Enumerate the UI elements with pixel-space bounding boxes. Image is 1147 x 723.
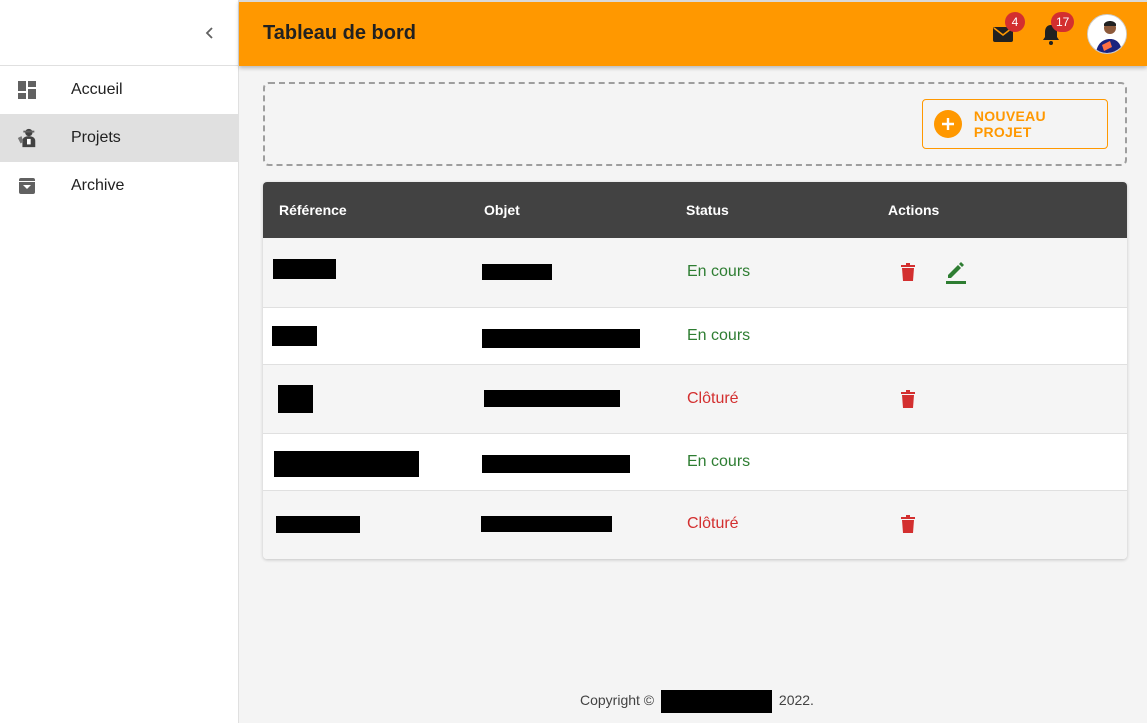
trash-icon	[901, 390, 915, 408]
sidebar-item-label: Accueil	[71, 81, 123, 98]
table-row[interactable]: En cours	[263, 434, 1127, 491]
projects-table: Référence Objet Status Actions En cours …	[263, 182, 1127, 559]
avatar[interactable]	[1087, 14, 1127, 54]
redacted-reference	[273, 259, 336, 279]
status-badge: En cours	[687, 453, 751, 470]
table-header: Référence Objet Status Actions	[263, 182, 1127, 238]
archive-icon	[16, 175, 38, 197]
table-row[interactable]: Clôturé	[263, 365, 1127, 434]
redacted-company	[661, 690, 773, 713]
collapse-sidebar-button[interactable]	[198, 21, 222, 45]
page-title: Tableau de bord	[263, 22, 416, 44]
new-project-button[interactable]: NOUVEAU PROJET	[922, 99, 1108, 149]
status-badge: En cours	[687, 327, 751, 344]
footer: Copyright © 2022.	[580, 690, 814, 713]
sidebar-item-archive[interactable]: Archive	[0, 162, 238, 210]
redacted-objet	[484, 390, 620, 407]
delete-button[interactable]	[896, 513, 920, 537]
status-badge: En cours	[687, 263, 751, 280]
plus-icon	[934, 110, 962, 138]
copyright-year: 2022.	[778, 692, 814, 709]
status-badge: Clôturé	[687, 390, 739, 407]
sidebar: Accueil Projets Archive	[0, 0, 239, 723]
trash-icon	[901, 515, 915, 533]
copyright-prefix: Copyright ©	[580, 692, 655, 709]
dashboard-icon	[16, 79, 38, 101]
engineer-icon	[16, 127, 38, 149]
mail-button[interactable]: 4	[991, 12, 1025, 46]
actions-panel: NOUVEAU PROJET	[263, 82, 1127, 166]
column-header-reference: Référence	[279, 202, 347, 218]
delete-button[interactable]	[896, 261, 920, 285]
delete-button[interactable]	[896, 388, 920, 412]
sidebar-item-label: Projets	[71, 129, 121, 146]
edit-button[interactable]	[944, 259, 968, 284]
status-badge: Clôturé	[687, 515, 739, 532]
sidebar-item-accueil[interactable]: Accueil	[0, 66, 238, 114]
column-header-actions: Actions	[888, 202, 940, 218]
table-row[interactable]: En cours	[263, 238, 1127, 308]
notifications-button[interactable]: 17	[1039, 12, 1075, 46]
redacted-reference	[272, 326, 317, 346]
trash-icon	[901, 263, 915, 281]
redacted-reference	[274, 451, 419, 477]
sidebar-item-projets[interactable]: Projets	[0, 114, 238, 162]
redacted-objet	[482, 455, 630, 473]
chevron-left-icon	[205, 27, 213, 39]
user-avatar-icon	[1088, 15, 1126, 53]
sidebar-header	[0, 0, 238, 66]
app-header: Tableau de bord 4 17	[239, 0, 1147, 66]
redacted-reference	[278, 385, 313, 413]
sidebar-item-label: Archive	[71, 177, 125, 194]
redacted-reference	[276, 516, 360, 533]
notification-count-badge: 17	[1051, 12, 1075, 32]
new-project-label: NOUVEAU PROJET	[973, 108, 1046, 140]
redacted-objet	[482, 329, 640, 348]
mail-count-badge: 4	[1005, 12, 1025, 32]
column-header-status: Status	[686, 202, 729, 218]
redacted-objet	[481, 516, 612, 532]
pencil-icon	[946, 262, 966, 284]
table-row[interactable]: En cours	[263, 308, 1127, 365]
table-row[interactable]: Clôturé	[263, 491, 1127, 559]
column-header-objet: Objet	[484, 202, 520, 218]
redacted-objet	[482, 264, 552, 280]
